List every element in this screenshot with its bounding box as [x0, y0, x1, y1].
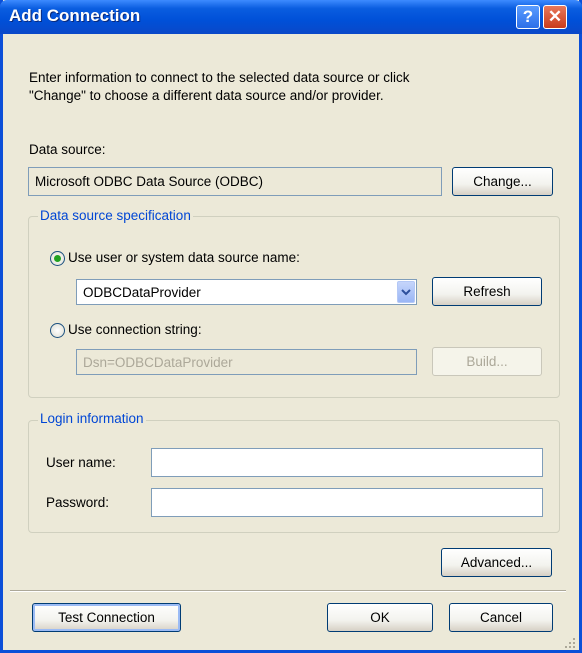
use-dsn-label[interactable]: Use user or system data source name: — [68, 250, 300, 265]
data-source-label: Data source: — [29, 142, 106, 157]
build-button[interactable]: Build... — [432, 347, 542, 376]
close-icon[interactable]: ✕ — [543, 5, 567, 29]
conn-string-field[interactable]: Dsn=ODBCDataProvider — [76, 349, 417, 375]
intro-text-line2: "Change" to choose a different data sour… — [29, 88, 384, 103]
refresh-button[interactable]: Refresh — [432, 277, 542, 306]
window-title: Add Connection — [9, 6, 141, 25]
radio-selected-dot — [54, 255, 61, 262]
title-bar[interactable]: Add Connection ? ✕ — [0, 0, 582, 34]
help-icon[interactable]: ? — [516, 5, 540, 29]
password-label: Password: — [46, 495, 110, 510]
use-conn-string-label[interactable]: Use connection string: — [68, 322, 202, 337]
password-input[interactable] — [151, 488, 543, 517]
use-dsn-radio[interactable] — [50, 251, 65, 266]
resize-grip-icon[interactable] — [563, 636, 576, 649]
dsn-combobox[interactable]: ODBCDataProvider — [76, 279, 417, 305]
change-button[interactable]: Change... — [452, 167, 553, 196]
spec-legend: Data source specification — [38, 208, 193, 223]
ok-button[interactable]: OK — [327, 603, 433, 632]
cancel-button[interactable]: Cancel — [449, 603, 553, 632]
login-legend: Login information — [38, 411, 146, 426]
user-name-label: User name: — [46, 455, 116, 470]
use-conn-string-radio[interactable] — [50, 323, 65, 338]
test-connection-button[interactable]: Test Connection — [32, 603, 181, 632]
user-name-input[interactable] — [151, 448, 543, 477]
intro-text-line1: Enter information to connect to the sele… — [29, 70, 410, 85]
dsn-value: ODBCDataProvider — [83, 284, 201, 300]
advanced-button[interactable]: Advanced... — [441, 548, 552, 577]
chevron-down-icon[interactable] — [397, 281, 415, 303]
footer-separator — [10, 590, 566, 592]
data-source-field: Microsoft ODBC Data Source (ODBC) — [28, 167, 442, 196]
